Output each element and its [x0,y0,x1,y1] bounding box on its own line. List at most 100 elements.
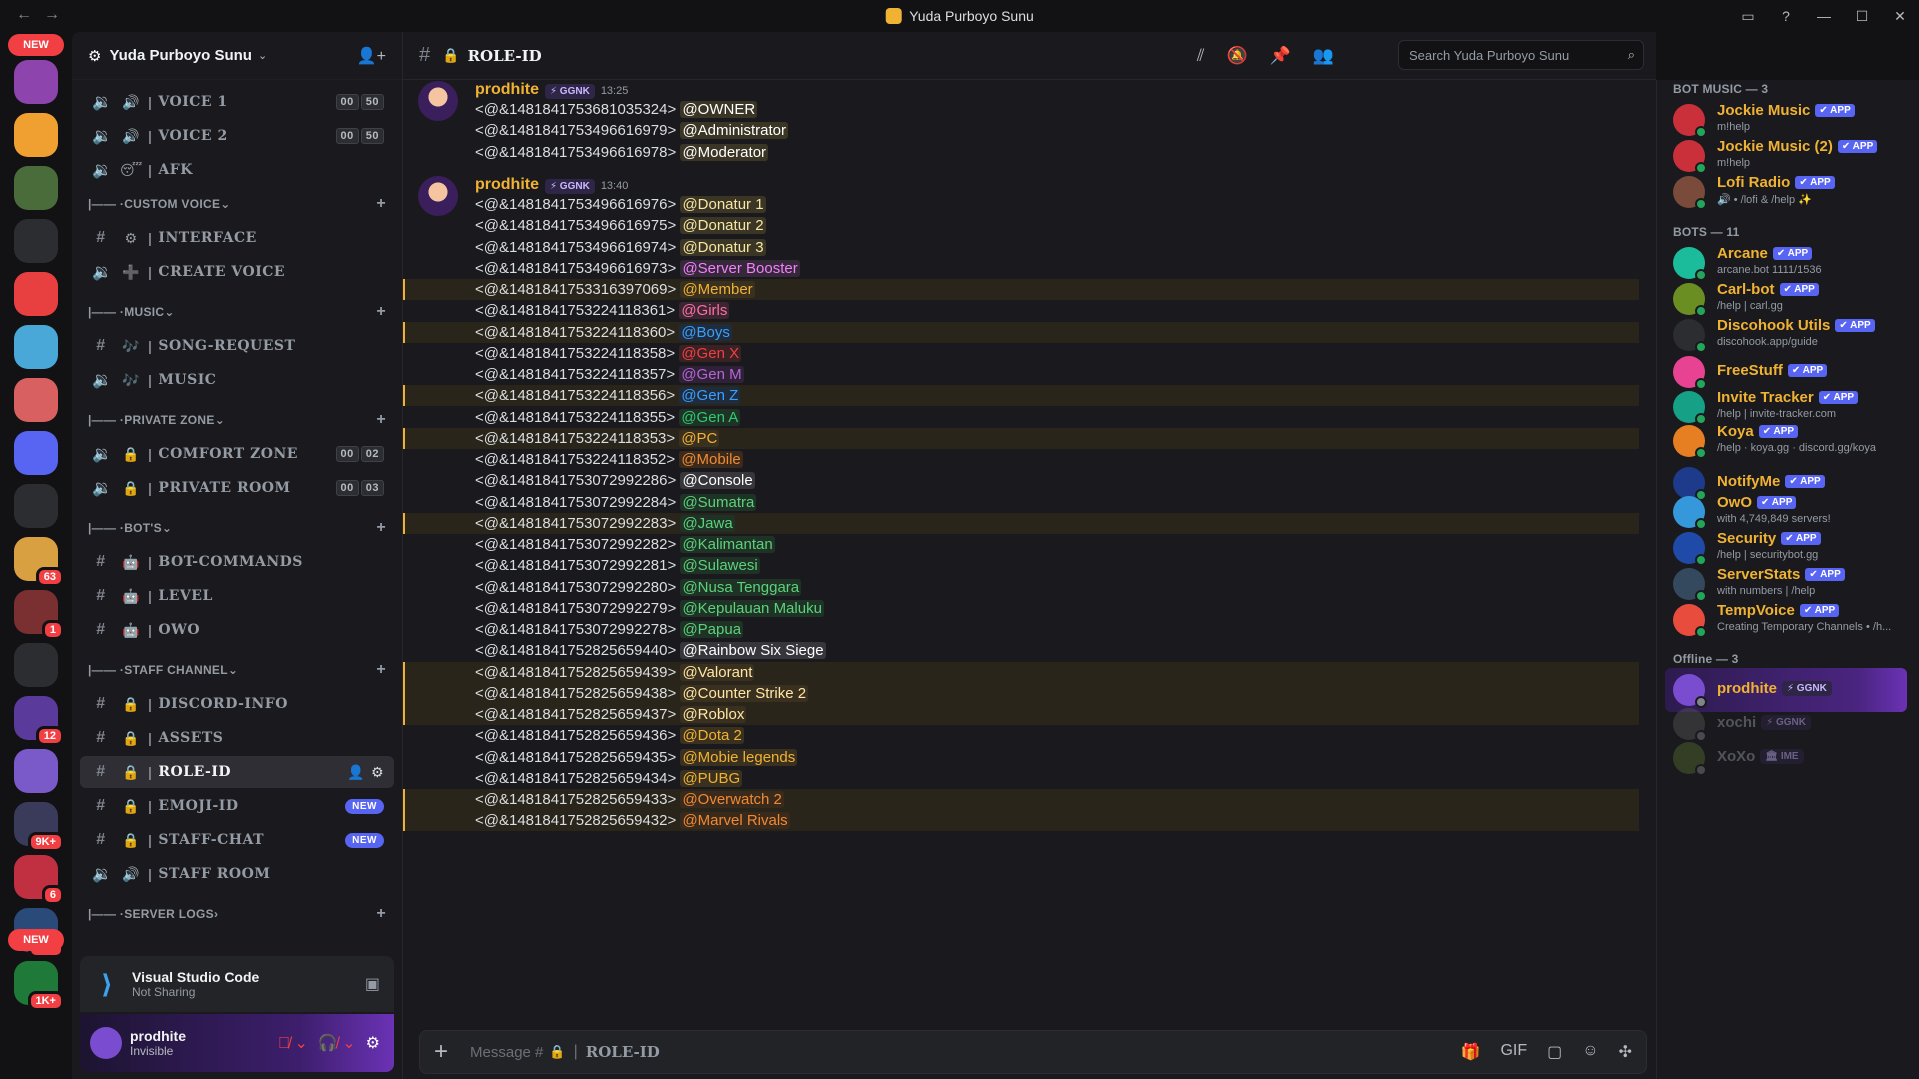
server-icon[interactable] [14,484,58,528]
server-icon[interactable]: 63 [14,537,64,587]
member-item[interactable]: Koya ✔ APP/help · koya.gg · discord.gg/ko… [1665,419,1907,463]
invite-icon[interactable]: 👤 [347,764,365,781]
server-icon[interactable]: 9K+ [14,802,64,852]
invite-people-icon[interactable]: 👤+ [357,46,386,66]
inbox-icon[interactable]: ▭ [1729,8,1767,25]
role-mention[interactable]: @Counter Strike 2 [680,684,809,702]
forward-arrow-icon[interactable]: → [44,6,60,24]
server-icon[interactable] [14,325,58,369]
minimize-button[interactable]: — [1805,8,1843,24]
role-mention[interactable]: @Console [680,472,755,490]
channel-bot-commands[interactable]: # 🤖 | BOT-COMMANDS [80,546,394,578]
role-mention[interactable]: @PC [679,429,720,447]
server-icon[interactable] [14,60,58,104]
create-channel-icon[interactable]: + [376,195,386,213]
create-channel-icon[interactable]: + [376,661,386,679]
role-mention[interactable]: @Kepulauan Maluku [680,599,824,617]
channel-interface[interactable]: # ⚙ | INTERFACE [80,222,394,254]
channel-afk[interactable]: 🔉 😴 | AFK [80,154,394,186]
server-icon[interactable]: 6 [14,855,64,905]
channel-create-voice[interactable]: 🔉 ➕ | CREATE VOICE [80,256,394,288]
role-mention[interactable]: @Papua [680,621,744,638]
channel-private-room[interactable]: 🔉 🔒 | PRIVATE ROOM 00 03 [80,472,394,504]
member-item[interactable]: TempVoice ✔ APP Creating Temporary Channel… [1665,598,1907,642]
message-author[interactable]: prodhite [475,81,539,99]
create-channel-icon[interactable]: + [376,411,386,429]
server-icon[interactable] [14,113,58,157]
server-icon[interactable]: 12 [14,696,64,746]
role-mention[interactable]: @Jawa [680,514,735,532]
user-settings-icon[interactable]: ⚙ [366,1033,380,1053]
channel-song-request[interactable]: # 🎶 | SONG-REQUEST [80,330,394,362]
channel-voice-1[interactable]: 🔉 🔊 | VOICE 1 00 50 [80,86,394,118]
help-icon[interactable]: ? [1767,8,1805,24]
clan-tag[interactable]: ⚡ GGNK [545,84,595,99]
channel-category[interactable]: |—— · CUSTOM VOICE ⌄ + [88,194,388,214]
channel-category[interactable]: |—— · BOT'S ⌄ + [88,518,388,538]
member-list-icon[interactable]: 👥 [1313,46,1334,66]
server-icon[interactable] [14,272,58,316]
channel-level[interactable]: # 🤖 | LEVEL [80,580,394,612]
channel-category[interactable]: |—— · MUSIC ⌄ + [88,302,388,322]
server-icon[interactable] [14,378,58,422]
channel-role-id[interactable]: # 🔒 | ROLE-ID 👤 ⚙ [80,756,394,788]
sticker-icon[interactable]: ▢ [1547,1042,1562,1062]
create-channel-icon[interactable]: + [376,905,386,923]
notifications-off-icon[interactable]: 🔕 [1226,46,1247,66]
channel-settings-icon[interactable]: ⚙ [371,764,384,781]
server-icon[interactable]: 1 [14,590,64,640]
threads-icon[interactable]: ⫽ [1197,46,1205,66]
server-header[interactable]: ⚙ Yuda Purboyo Sunu ⌄ 👤+ [72,32,402,80]
channel-voice-2[interactable]: 🔉 🔊 | VOICE 2 00 50 [80,120,394,152]
role-mention[interactable]: @Overwatch 2 [680,791,784,808]
role-mention[interactable]: @Gen X [679,344,742,362]
role-mention[interactable]: @Gen Z [679,387,741,405]
role-mention[interactable]: @Donatur 1 [680,196,766,213]
channel-staff-chat[interactable]: # 🔒 | STAFF-CHAT NEW [80,824,394,856]
server-icon[interactable] [14,219,58,263]
create-channel-icon[interactable]: + [376,519,386,537]
channel-staff-room[interactable]: 🔉 🔊 | STAFF ROOM [80,858,394,890]
role-mention[interactable]: @Sulawesi [680,557,760,575]
channel-discord-info[interactable]: # 🔒 | DISCORD-INFO [80,688,394,720]
role-mention[interactable]: @Rainbow Six Siege [680,642,826,660]
channel-category[interactable]: |—— · SERVER LOGS › + [88,904,388,924]
pin-icon[interactable]: 📌 [1270,46,1291,66]
role-mention[interactable]: @Roblox [680,706,747,723]
message-composer[interactable]: + Message # 🔒 | ROLE-ID 🎁 GIF ▢ ☺ ✣ [419,1030,1647,1074]
role-mention[interactable]: @Donatur 2 [680,217,766,235]
role-mention[interactable]: @Mobile [679,451,743,468]
role-mention[interactable]: @OWNER [680,101,758,118]
server-icon[interactable] [14,166,58,210]
emoji-icon[interactable]: ☺ [1582,1042,1598,1062]
role-mention[interactable]: @Girls [679,302,730,320]
channel-emoji-id[interactable]: # 🔒 | EMOJI-ID NEW [80,790,394,822]
role-mention[interactable]: @Donatur 3 [680,238,766,256]
role-mention[interactable]: @Sumatra [680,493,757,511]
channel-category[interactable]: |—— · STAFF CHANNEL ⌄ + [88,660,388,680]
role-mention[interactable]: @Boys [679,323,732,341]
channel-music[interactable]: 🔉 🎶 | MUSIC [80,364,394,396]
close-button[interactable]: ✕ [1881,8,1919,25]
channel-owo[interactable]: # 🤖 | OWO [80,614,394,646]
role-mention[interactable]: @PUBG [680,769,743,787]
role-mention[interactable]: @Dota 2 [680,727,744,745]
deafen-icon[interactable]: 🎧̸ ⌄ [318,1033,356,1053]
role-mention[interactable]: @Nusa Tenggara [680,578,802,596]
gif-icon[interactable]: GIF [1500,1042,1527,1062]
server-icon[interactable] [14,431,58,475]
role-mention[interactable]: @Kalimantan [680,536,775,553]
apps-icon[interactable]: ✣ [1619,1042,1632,1062]
screen-share-icon[interactable]: ▣ [365,974,380,994]
role-mention[interactable]: @Gen A [679,408,741,426]
server-icon[interactable]: 1K+ [14,961,64,1011]
role-mention[interactable]: @Marvel Rivals [680,812,790,830]
channel-comfort-zone[interactable]: 🔉 🔒 | COMFORT ZONE 00 02 [80,438,394,470]
role-mention[interactable]: @Gen M [679,366,744,383]
gift-icon[interactable]: 🎁 [1461,1042,1481,1062]
role-mention[interactable]: @Moderator [680,143,769,161]
avatar[interactable] [90,1027,122,1059]
clan-tag[interactable]: ⚡ GGNK [545,179,595,194]
role-mention[interactable]: @Member [680,281,755,298]
role-mention[interactable]: @Valorant [680,663,755,681]
